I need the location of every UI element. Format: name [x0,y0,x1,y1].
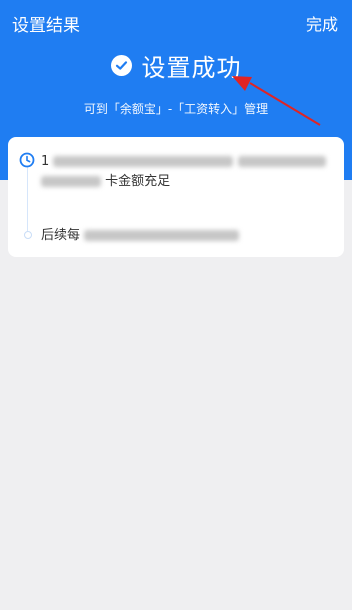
redacted-text [41,176,101,187]
redacted-text [84,230,240,241]
redacted-text [237,156,326,167]
redacted-text [53,156,234,167]
setup-detail-card: 1 卡金额充足 后续每 [8,137,344,257]
detail-text-1: 1 卡金额充足 [41,152,333,192]
detail-text-1-prefix: 1 [41,154,50,169]
timeline-dot [24,231,32,239]
detail-text-3: 后续每 [41,224,240,243]
timeline-line [27,167,28,237]
clock-icon [19,152,35,172]
detail-text-2-suffix: 卡金额充足 [105,174,171,189]
detail-text-3-prefix: 后续每 [41,228,81,243]
annotation-arrow-icon [232,76,321,126]
